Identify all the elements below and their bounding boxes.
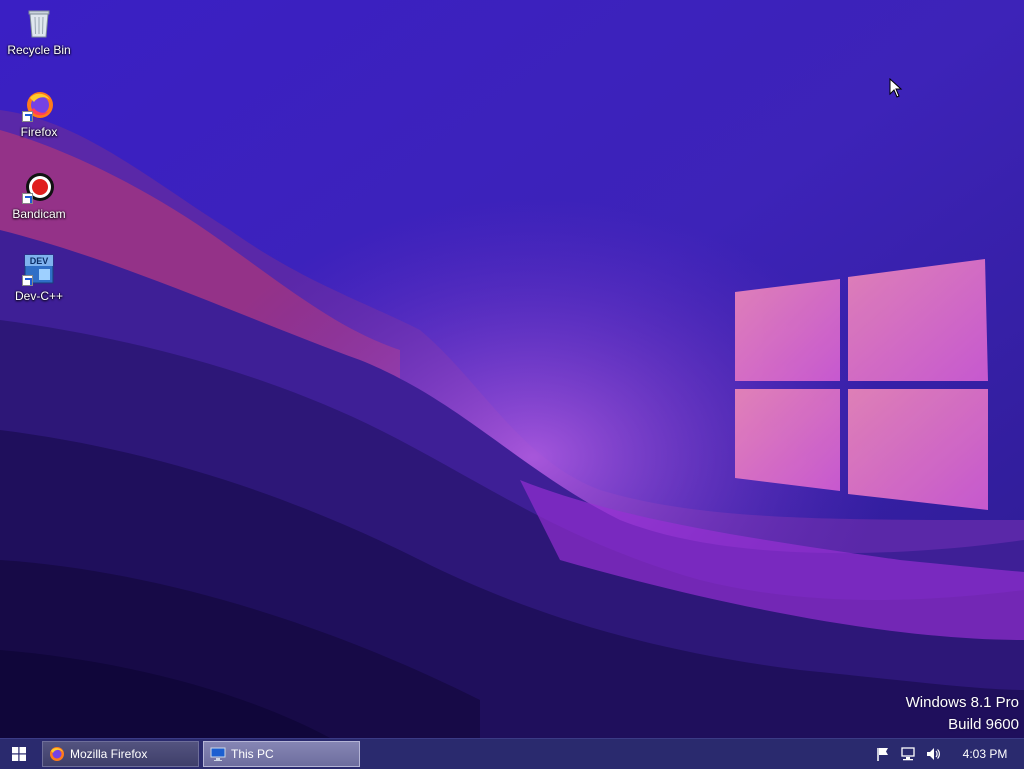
taskbar-button-firefox[interactable]: Mozilla Firefox [42,741,199,767]
windows-version-watermark: Windows 8.1 Pro Build 9600 [906,692,1019,736]
mouse-pointer-icon [889,78,903,98]
desktop-icon-bandicam[interactable]: Bandicam [1,170,77,221]
volume-icon[interactable] [925,746,941,762]
desktop[interactable]: Recycle Bin Firefox Bandicam DEV Dev-C++… [0,0,1024,738]
wallpaper [0,0,1024,738]
network-icon[interactable] [900,746,916,762]
desktop-icon-recycle-bin[interactable]: Recycle Bin [1,6,77,57]
desktop-icon-label: Firefox [20,125,58,139]
action-center-flag-icon[interactable] [875,746,891,762]
shortcut-arrow-icon [22,111,33,122]
watermark-edition: Windows 8.1 Pro [905,694,1019,711]
taskbar: Mozilla Firefox This PC 4:03 PM [0,738,1024,769]
taskbar-button-this-pc[interactable]: This PC [203,741,360,767]
taskbar-button-label: Mozilla Firefox [70,747,148,761]
desktop-icon-label: Dev-C++ [14,289,64,303]
svg-text:DEV: DEV [30,256,49,266]
shortcut-arrow-icon [22,275,33,286]
windows-logo-icon [12,747,26,761]
desktop-icon-label: Bandicam [12,207,66,221]
firefox-icon [49,746,65,762]
system-tray: 4:03 PM [875,739,1024,769]
dev-cpp-icon: DEV [22,252,56,286]
firefox-icon [22,88,56,122]
taskbar-button-label: This PC [231,747,274,761]
taskbar-clock[interactable]: 4:03 PM [950,747,1020,761]
desktop-icon-label: Recycle Bin [7,43,71,57]
shortcut-arrow-icon [22,193,33,204]
desktop-icon-firefox[interactable]: Firefox [1,88,77,139]
start-button[interactable] [0,739,38,769]
recycle-bin-icon [22,6,56,40]
watermark-build: Build 9600 [948,716,1019,733]
computer-icon [210,746,226,762]
desktop-icon-dev-cpp[interactable]: DEV Dev-C++ [1,252,77,303]
bandicam-icon [22,170,56,204]
